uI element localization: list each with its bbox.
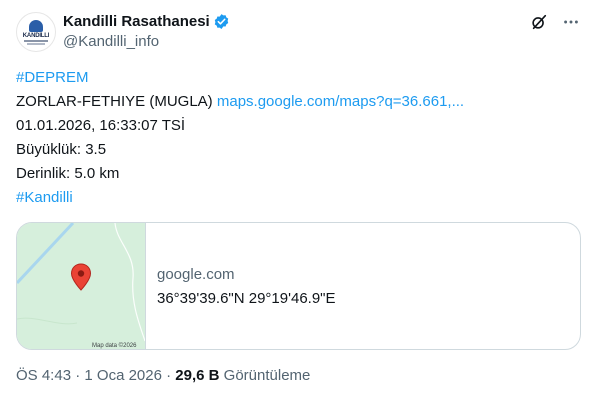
meta-separator-2: · — [166, 367, 172, 384]
avatar[interactable]: KANDILLI — [16, 12, 56, 52]
link-preview-card[interactable]: Map data ©2026 google.com 36°39'39.6"N 2… — [16, 222, 581, 350]
tweet-body: #DEPREM ZORLAR-FETHIYE (MUGLA) maps.goog… — [16, 66, 581, 210]
avatar-logo-text: KANDILLI — [22, 32, 50, 39]
location-text: ZORLAR-FETHIYE (MUGLA) — [16, 93, 213, 110]
depth-text: Derinlik: 5.0 km — [16, 165, 120, 182]
views-label: Görüntüleme — [223, 367, 311, 384]
map-link[interactable]: maps.google.com/maps?q=36.661,... — [217, 93, 464, 110]
tweet-actions — [529, 12, 581, 32]
more-icon[interactable] — [561, 12, 581, 32]
hashtag-kandilli[interactable]: #Kandilli — [16, 189, 73, 206]
user-handle[interactable]: @Kandilli_info — [63, 33, 159, 50]
datetime-text: 01.01.2026, 16:33:07 TSİ — [16, 117, 186, 134]
card-text: google.com 36°39'39.6"N 29°19'46.9"E — [157, 265, 336, 309]
magnitude-text: Büyüklük: 3.5 — [16, 141, 107, 158]
display-name[interactable]: Kandilli Rasathanesi — [63, 13, 210, 30]
tweet-header: KANDILLI Kandilli Rasathanesi @Kandilli_… — [16, 10, 581, 54]
verified-badge-icon[interactable] — [213, 13, 230, 30]
views-count[interactable]: 29,6 B — [175, 367, 219, 384]
hashtag-deprem[interactable]: #DEPREM — [16, 69, 89, 86]
observatory-logo-icon — [29, 19, 43, 32]
tweet-time[interactable]: ÖS 4:43 — [16, 367, 71, 384]
map-thumbnail: Map data ©2026 — [17, 223, 146, 349]
map-credit: Map data ©2026 — [92, 343, 137, 349]
card-coordinates: 36°39'39.6"N 29°19'46.9"E — [157, 290, 336, 307]
name-row: Kandilli Rasathanesi — [63, 13, 230, 30]
tweet-date[interactable]: 1 Oca 2026 — [84, 367, 162, 384]
tweet-meta: ÖS 4:43 · 1 Oca 2026 · 29,6 B Görüntülem… — [16, 367, 310, 384]
grok-icon[interactable] — [529, 12, 549, 32]
meta-separator: · — [75, 367, 81, 384]
map-pin-icon — [70, 263, 92, 291]
card-domain: google.com — [157, 266, 235, 283]
